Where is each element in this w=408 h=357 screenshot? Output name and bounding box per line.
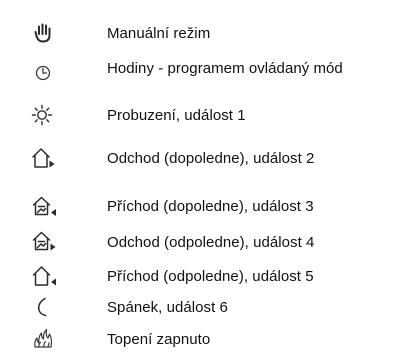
legend-row-heating: Topení zapnuto: [0, 327, 408, 357]
legend-label-arrive-afternoon: Příchod (odpoledne), událost 5: [107, 268, 314, 285]
house-leave-icon: [31, 146, 57, 170]
sun-icon: [31, 104, 53, 126]
clock-icon: [33, 63, 53, 83]
legend-label-wakeup: Probuzení, událost 1: [107, 107, 246, 124]
legend-row-clock: Hodiny - programem ovládaný mód: [0, 57, 408, 87]
legend-row-leave-afternoon: Odchod (odpoledne), událost 4: [0, 230, 408, 260]
legend-label-arrive-morning: Příchod (dopoledne), událost 3: [107, 198, 314, 215]
hand-icon: [32, 22, 54, 44]
legend-row-sleep: Spánek, událost 6: [0, 297, 408, 327]
legend-row-arrive-afternoon: Příchod (odpoledne), událost 5: [0, 264, 408, 294]
house-arrive-icon: [32, 195, 58, 217]
house-leave-icon: [32, 230, 58, 252]
moon-icon: [34, 297, 50, 317]
legend-row-arrive-morning: Příchod (dopoledne), událost 3: [0, 195, 408, 225]
legend-label-manual: Manuální režim: [107, 25, 211, 42]
legend-label-leave-afternoon: Odchod (odpoledne), událost 4: [107, 234, 315, 251]
legend-row-wakeup: Probuzení, událost 1: [0, 104, 408, 134]
legend-row-leave-morning: Odchod (dopoledne), událost 2: [0, 146, 408, 176]
legend-row-manual: Manuální režim: [0, 22, 408, 52]
flame-icon: [32, 327, 54, 349]
legend-label-sleep: Spánek, událost 6: [107, 299, 228, 316]
legend-label-heating: Topení zapnuto: [107, 331, 211, 348]
house-arrive-icon: [32, 264, 58, 288]
legend-label-clock: Hodiny - programem ovládaný mód: [107, 60, 343, 77]
legend-label-leave-morning: Odchod (dopoledne), událost 2: [107, 150, 315, 167]
